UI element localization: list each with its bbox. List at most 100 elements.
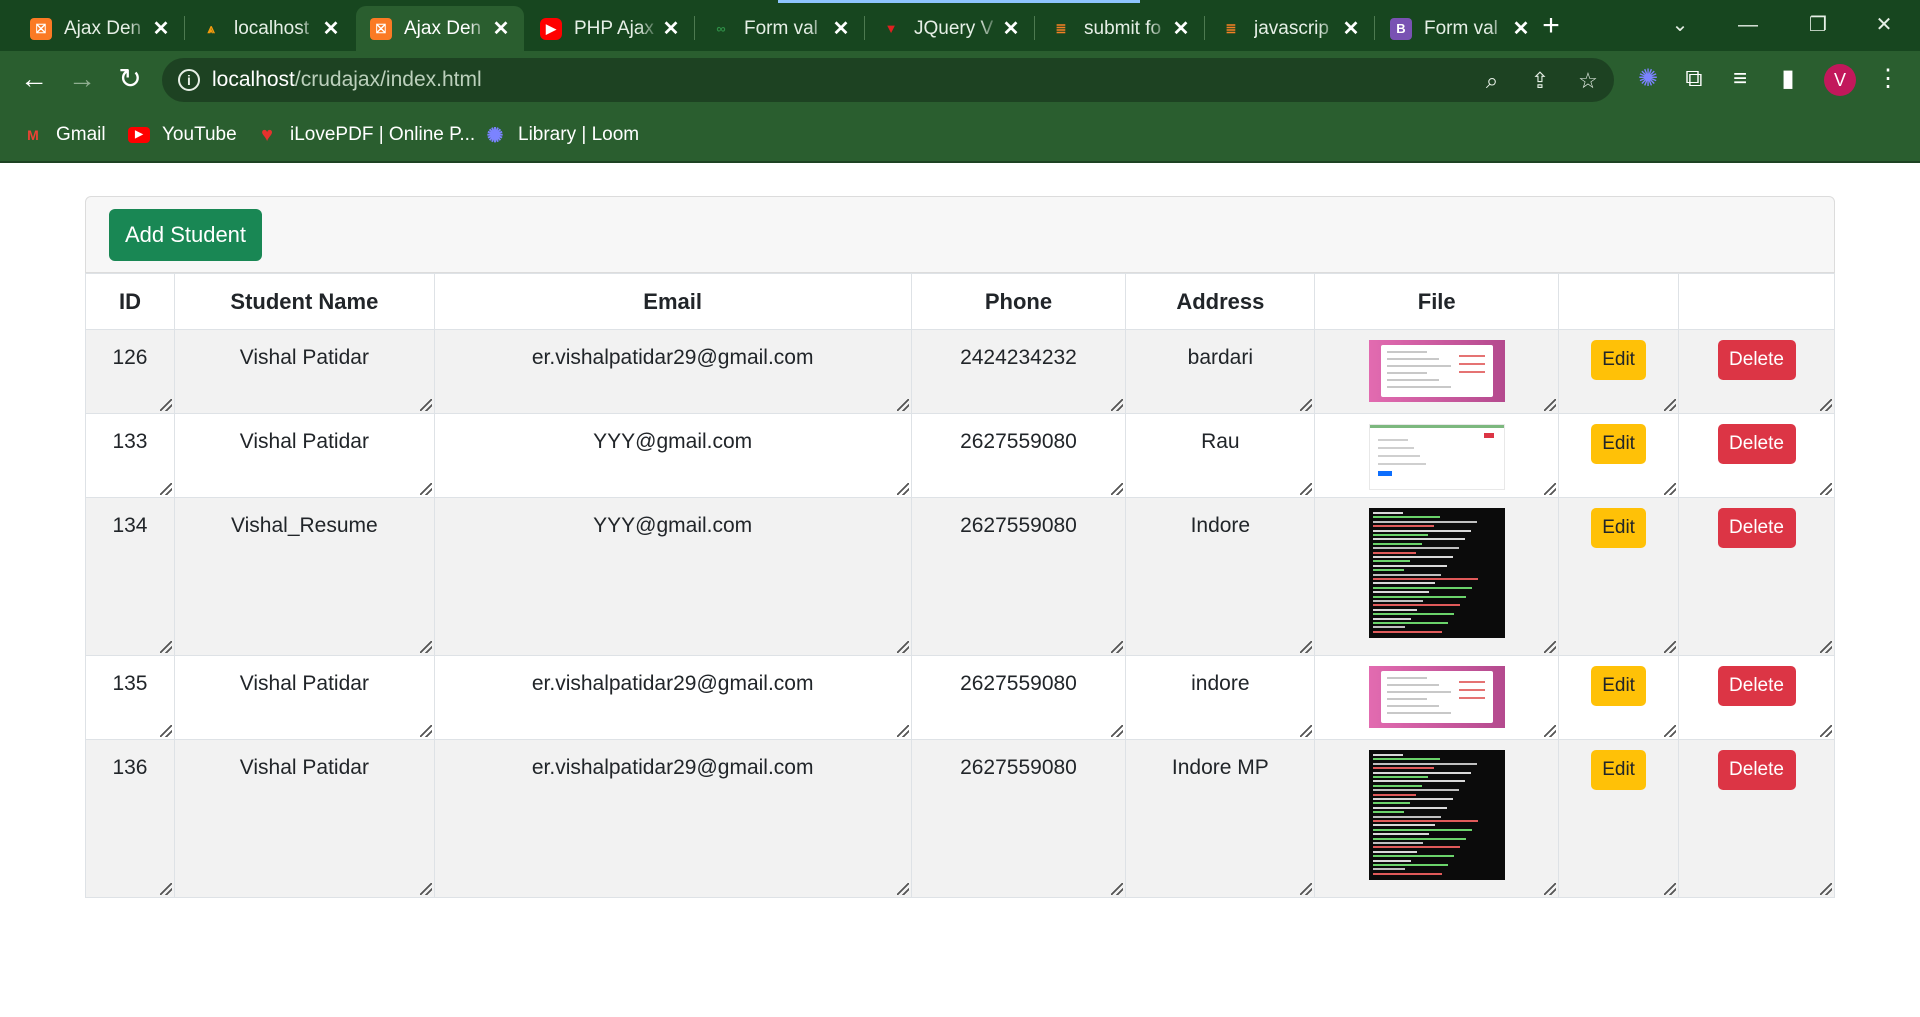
cell-edit: Edit <box>1558 497 1680 656</box>
resize-handle-icon[interactable] <box>1111 725 1124 737</box>
share-icon[interactable]: ⇪ <box>1526 67 1554 95</box>
close-window-icon[interactable]: ✕ <box>1856 8 1912 42</box>
resize-handle-icon[interactable] <box>1664 725 1677 737</box>
resize-handle-icon[interactable] <box>1820 883 1832 895</box>
site-info-icon[interactable]: i <box>178 69 200 91</box>
edit-button[interactable]: Edit <box>1591 424 1647 464</box>
tab-close-icon[interactable]: ✕ <box>1340 16 1362 41</box>
delete-button[interactable]: Delete <box>1717 508 1796 548</box>
resize-handle-icon[interactable] <box>1544 483 1557 495</box>
resize-handle-icon[interactable] <box>1664 883 1677 895</box>
resize-handle-icon[interactable] <box>896 725 909 737</box>
tab-close-icon[interactable]: ✕ <box>150 16 172 41</box>
bookmark-star-icon[interactable]: ☆ <box>1574 67 1602 95</box>
back-icon[interactable]: ← <box>14 60 54 100</box>
edit-button[interactable]: Edit <box>1591 508 1647 548</box>
reload-icon[interactable]: ↻ <box>110 60 150 100</box>
restore-icon[interactable]: ❐ <box>1790 8 1846 42</box>
tab-close-icon[interactable]: ✕ <box>1170 16 1192 41</box>
resize-handle-icon[interactable] <box>159 641 172 653</box>
cell-phone-text: 2627559080 <box>960 756 1077 779</box>
tab-close-icon[interactable]: ✕ <box>490 16 512 41</box>
resize-handle-icon[interactable] <box>1820 483 1832 495</box>
tab-2[interactable]: ⩓ localhost ✕ <box>186 6 354 51</box>
tab-5[interactable]: ∞ Form val ✕ <box>696 6 864 51</box>
tab-close-icon[interactable]: ✕ <box>660 16 682 41</box>
delete-button[interactable]: Delete <box>1717 340 1796 380</box>
resize-handle-icon[interactable] <box>1664 641 1677 653</box>
bookmark-loom[interactable]: ✺ Library | Loom <box>484 122 640 148</box>
resize-handle-icon[interactable] <box>1300 641 1313 653</box>
media-control-icon[interactable]: ≡ <box>1724 63 1756 95</box>
delete-button[interactable]: Delete <box>1717 424 1796 464</box>
delete-button[interactable]: Delete <box>1717 666 1796 706</box>
file-thumbnail <box>1368 340 1505 402</box>
edit-button[interactable]: Edit <box>1591 340 1647 380</box>
resize-handle-icon[interactable] <box>896 483 909 495</box>
resize-handle-icon[interactable] <box>1111 399 1124 411</box>
resize-handle-icon[interactable] <box>1544 399 1557 411</box>
tab-close-icon[interactable]: ✕ <box>1000 16 1022 41</box>
side-panel-icon[interactable]: ▮ <box>1772 63 1804 95</box>
resize-handle-icon[interactable] <box>1544 725 1557 737</box>
resize-handle-icon[interactable] <box>1664 399 1677 411</box>
add-student-button[interactable]: Add Student <box>109 209 262 261</box>
menu-kebab-icon[interactable]: ⋮ <box>1872 63 1904 95</box>
tab-3[interactable]: ⛝ Ajax Den ✕ <box>356 6 524 51</box>
resize-handle-icon[interactable] <box>896 641 909 653</box>
tab-close-icon[interactable]: ✕ <box>830 16 852 41</box>
tab-6[interactable]: ▼ JQuery V ✕ <box>866 6 1034 51</box>
new-tab-button[interactable]: + <box>1534 10 1568 44</box>
table-row: 126 Vishal Patidar er.vishalpatidar29@gmai… <box>85 329 1835 414</box>
tab-9[interactable]: B Form val ✕ <box>1376 6 1544 51</box>
resize-handle-icon[interactable] <box>896 883 909 895</box>
tab-search-icon[interactable]: ⌄ <box>1652 8 1708 42</box>
resize-handle-icon[interactable] <box>1544 883 1557 895</box>
resize-handle-icon[interactable] <box>1820 725 1832 737</box>
minimize-icon[interactable]: — <box>1720 8 1776 42</box>
resize-handle-icon[interactable] <box>1544 641 1557 653</box>
tab-close-icon[interactable]: ✕ <box>320 16 342 41</box>
forward-icon[interactable]: → <box>62 60 102 100</box>
resize-handle-icon[interactable] <box>1300 725 1313 737</box>
zoom-icon[interactable]: ⌕ <box>1478 67 1506 95</box>
resize-handle-icon[interactable] <box>419 641 432 653</box>
tab-1[interactable]: ⛝ Ajax Den ✕ <box>16 6 184 51</box>
resize-handle-icon[interactable] <box>159 399 172 411</box>
url-text[interactable]: localhost/crudajax/index.html <box>212 68 482 92</box>
tab-4[interactable]: ▶ PHP Ajax ✕ <box>526 6 694 51</box>
edit-button[interactable]: Edit <box>1591 750 1647 790</box>
edit-button[interactable]: Edit <box>1591 666 1647 706</box>
resize-handle-icon[interactable] <box>1664 483 1677 495</box>
profile-avatar[interactable]: V <box>1824 64 1856 96</box>
loom-extension-icon[interactable]: ✺ <box>1632 63 1664 95</box>
tab-close-icon[interactable]: ✕ <box>1510 16 1532 41</box>
delete-button[interactable]: Delete <box>1717 750 1796 790</box>
bookmark-gmail[interactable]: M Gmail <box>22 122 105 148</box>
resize-handle-icon[interactable] <box>419 883 432 895</box>
header-actions <box>1558 273 1680 330</box>
extensions-icon[interactable]: ⧉ <box>1678 63 1710 95</box>
resize-handle-icon[interactable] <box>159 725 172 737</box>
bookmark-youtube[interactable]: ▶ YouTube <box>128 122 237 148</box>
address-bar[interactable]: i localhost/crudajax/index.html ⌕ ⇪ ☆ <box>162 58 1614 102</box>
resize-handle-icon[interactable] <box>1111 483 1124 495</box>
resize-handle-icon[interactable] <box>1300 399 1313 411</box>
resize-handle-icon[interactable] <box>419 725 432 737</box>
resize-handle-icon[interactable] <box>419 399 432 411</box>
cell-phone-text: 2627559080 <box>960 514 1077 537</box>
resize-handle-icon[interactable] <box>159 483 172 495</box>
resize-handle-icon[interactable] <box>1111 641 1124 653</box>
resize-handle-icon[interactable] <box>1820 399 1832 411</box>
resize-handle-icon[interactable] <box>419 483 432 495</box>
resize-handle-icon[interactable] <box>1300 483 1313 495</box>
resize-handle-icon[interactable] <box>1820 641 1832 653</box>
bookmark-ilovepdf[interactable]: ♥ iLovePDF | Online P... <box>256 122 475 148</box>
tab-8[interactable]: ≣ javascrip ✕ <box>1206 6 1374 51</box>
resize-handle-icon[interactable] <box>159 883 172 895</box>
resize-handle-icon[interactable] <box>896 399 909 411</box>
file-thumbnail <box>1368 666 1505 728</box>
resize-handle-icon[interactable] <box>1111 883 1124 895</box>
resize-handle-icon[interactable] <box>1300 883 1313 895</box>
tab-7[interactable]: ≣ submit fo ✕ <box>1036 6 1204 51</box>
